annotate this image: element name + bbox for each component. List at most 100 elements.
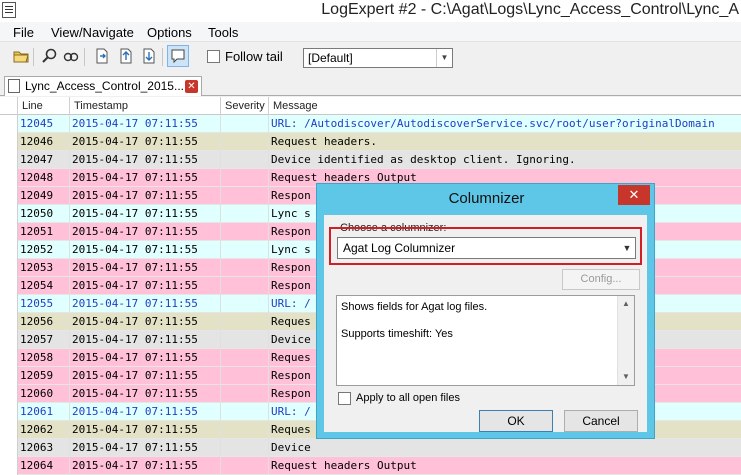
table-row[interactable]: 12046 2015-04-17 07:11:55 Request headers.: [0, 133, 741, 151]
document-icon: [8, 79, 20, 93]
row-marker: [0, 223, 18, 241]
cell-timestamp: 2015-04-17 07:11:55: [70, 223, 221, 241]
description-scrollbar[interactable]: ▲ ▼: [617, 296, 634, 385]
table-row[interactable]: 12045 2015-04-17 07:11:55 URL: /Autodiscov…: [0, 115, 741, 133]
cell-severity: [221, 349, 269, 367]
config-button[interactable]: Config...: [562, 269, 640, 290]
tab-label: Lync_Access_Control_2015...: [25, 79, 184, 93]
row-marker: [0, 313, 18, 331]
table-row[interactable]: 12064 2015-04-17 07:11:55 Request headers …: [0, 457, 741, 475]
row-marker: [0, 331, 18, 349]
cell-severity: [221, 277, 269, 295]
cell-line: 12062: [18, 421, 70, 439]
window-title: LogExpert #2 - C:\Agat\Logs\Lync_Access_…: [321, 1, 739, 18]
menu-tools[interactable]: Tools: [208, 25, 238, 40]
cell-line: 12059: [18, 367, 70, 385]
cell-timestamp: 2015-04-17 07:11:55: [70, 349, 221, 367]
cell-message: Request headers.: [271, 135, 377, 148]
row-marker: [0, 367, 18, 385]
scroll-up-icon[interactable]: ▲: [618, 296, 634, 312]
row-marker: [0, 439, 18, 457]
cell-severity: [221, 223, 269, 241]
timeshift-support-text: Supports timeshift: Yes: [341, 328, 453, 340]
close-tab-icon[interactable]: ✕: [185, 80, 198, 93]
cell-severity: [221, 331, 269, 349]
bubble-icon[interactable]: [167, 45, 189, 67]
title-bar: LogExpert #2 - C:\Agat\Logs\Lync_Access_…: [0, 0, 741, 22]
cell-line: 12046: [18, 133, 70, 151]
search-icon[interactable]: [40, 47, 58, 65]
cell-line: 12051: [18, 223, 70, 241]
cell-line: 12057: [18, 331, 70, 349]
filter-search-icon[interactable]: [62, 47, 80, 65]
table-row[interactable]: 12047 2015-04-17 07:11:55 Device identifie…: [0, 151, 741, 169]
cell-severity: [221, 259, 269, 277]
column-header-message[interactable]: Message: [269, 97, 741, 115]
cell-line: 12052: [18, 241, 70, 259]
tab-log-file[interactable]: Lync_Access_Control_2015... ✕: [4, 76, 202, 96]
dialog-body: Choose a columnizer: Agat Log Columnizer…: [324, 215, 647, 432]
columnizer-select[interactable]: Agat Log Columnizer ▼: [337, 237, 636, 259]
next-bookmark-icon[interactable]: [140, 47, 158, 65]
chevron-down-icon: ▼: [436, 49, 452, 67]
cell-message: Request headers Output: [271, 459, 417, 472]
cell-line: 12056: [18, 313, 70, 331]
apply-to-all-checkbox[interactable]: [338, 392, 351, 405]
cell-severity: [221, 187, 269, 205]
column-header-line[interactable]: Line: [18, 97, 70, 115]
menu-file[interactable]: File: [13, 25, 34, 40]
row-marker: [0, 277, 18, 295]
row-marker: [0, 241, 18, 259]
row-marker: [0, 385, 18, 403]
menu-view-navigate[interactable]: View/Navigate: [51, 25, 134, 40]
cell-severity: [221, 133, 269, 151]
previous-bookmark-icon[interactable]: [117, 47, 135, 65]
dialog-title: Columnizer: [448, 190, 525, 207]
description-text: Shows fields for Agat log files.: [341, 301, 488, 313]
ok-button[interactable]: OK: [479, 410, 553, 432]
cell-timestamp: 2015-04-17 07:11:55: [70, 151, 221, 169]
cell-line: 12054: [18, 277, 70, 295]
goto-icon[interactable]: [93, 47, 111, 65]
cell-timestamp: 2015-04-17 07:11:55: [70, 259, 221, 277]
cell-severity: [221, 295, 269, 313]
menu-options[interactable]: Options: [147, 25, 192, 40]
row-marker: [0, 133, 18, 151]
cell-timestamp: 2015-04-17 07:11:55: [70, 187, 221, 205]
cell-timestamp: 2015-04-17 07:11:55: [70, 439, 221, 457]
cell-line: 12053: [18, 259, 70, 277]
scroll-down-icon[interactable]: ▼: [618, 369, 634, 385]
chevron-down-icon: ▼: [622, 243, 632, 253]
apply-to-all-label: Apply to all open files: [356, 392, 460, 404]
column-header-severity[interactable]: Severity: [221, 97, 269, 115]
cell-line: 12047: [18, 151, 70, 169]
columnizer-description: Shows fields for Agat log files. Support…: [336, 295, 635, 386]
open-folder-icon[interactable]: [12, 47, 30, 65]
dialog-close-button[interactable]: ✕: [618, 185, 650, 205]
row-marker: [0, 169, 18, 187]
header-marker: [0, 97, 18, 115]
logexpert-window: LogExpert #2 - C:\Agat\Logs\Lync_Access_…: [0, 0, 741, 475]
cell-timestamp: 2015-04-17 07:11:55: [70, 331, 221, 349]
cell-timestamp: 2015-04-17 07:11:55: [70, 169, 221, 187]
cell-timestamp: 2015-04-17 07:11:55: [70, 403, 221, 421]
cell-severity: [221, 385, 269, 403]
row-marker: [0, 457, 18, 475]
cell-timestamp: 2015-04-17 07:11:55: [70, 295, 221, 313]
table-row[interactable]: 12063 2015-04-17 07:11:55 Device: [0, 439, 741, 457]
cell-severity: [221, 313, 269, 331]
follow-tail-checkbox[interactable]: [207, 50, 220, 63]
cell-message: Device identified as desktop client. Ign…: [271, 153, 576, 166]
cell-timestamp: 2015-04-17 07:11:55: [70, 457, 221, 475]
cancel-button[interactable]: Cancel: [564, 410, 638, 432]
cell-severity: [221, 421, 269, 439]
app-icon[interactable]: [2, 2, 16, 18]
cell-message: Device: [271, 441, 311, 454]
cell-line: 12063: [18, 439, 70, 457]
cell-severity: [221, 457, 269, 475]
column-header-timestamp[interactable]: Timestamp: [70, 97, 221, 115]
row-marker: [0, 115, 18, 133]
cell-severity: [221, 169, 269, 187]
row-marker: [0, 205, 18, 223]
columnizer-dropdown[interactable]: [Default] ▼: [303, 48, 453, 68]
